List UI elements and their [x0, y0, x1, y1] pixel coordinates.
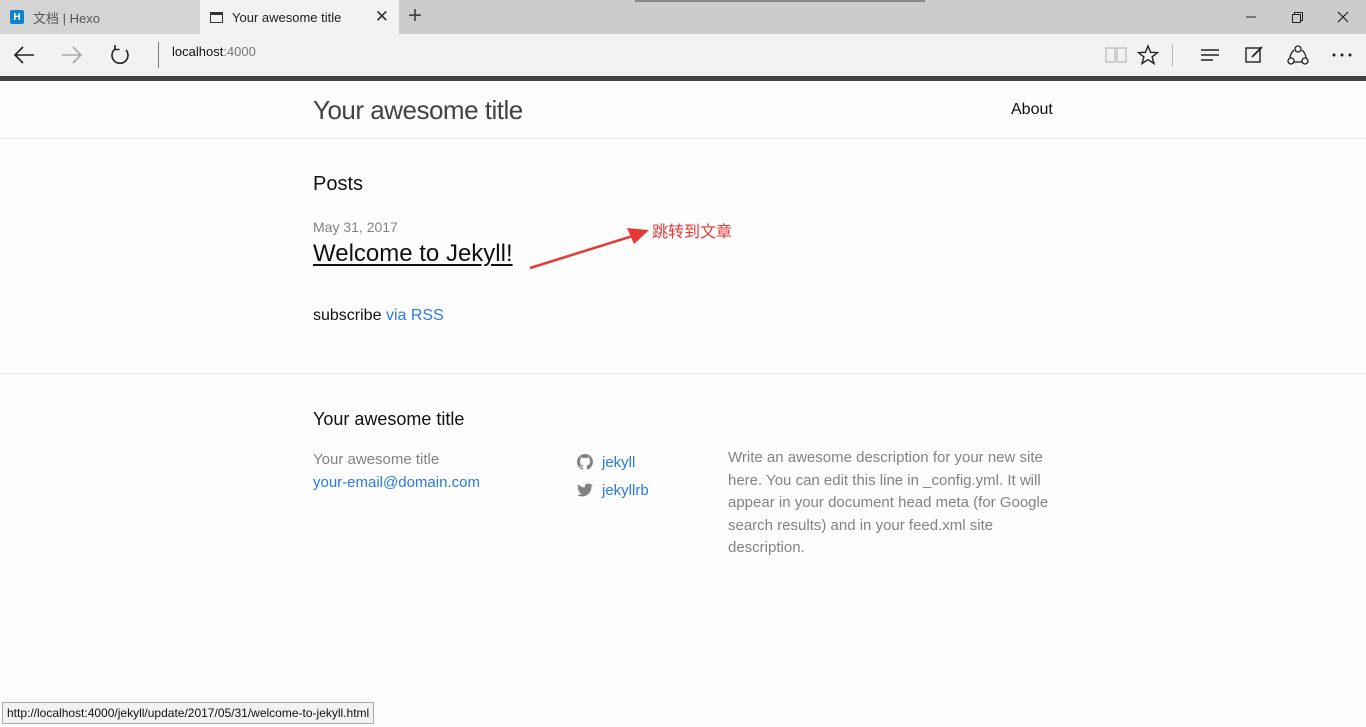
refresh-icon: [111, 45, 129, 65]
restore-button[interactable]: [1274, 0, 1320, 34]
annotation-arrow-icon: [529, 228, 649, 270]
hub-button[interactable]: [1197, 42, 1223, 68]
forward-arrow-icon: [62, 46, 83, 64]
site-title-link[interactable]: Your awesome title: [313, 95, 523, 126]
tab-active-site[interactable]: Your awesome title ✕: [200, 0, 399, 34]
site-header: Your awesome title About: [0, 81, 1366, 139]
back-arrow-icon: [13, 46, 34, 64]
github-username: jekyll: [602, 453, 636, 471]
forward-button[interactable]: [59, 42, 85, 68]
footer-name: Your awesome title: [313, 451, 440, 468]
annotation-text: 跳转到文章: [652, 222, 733, 241]
subscribe-line: subscribe via RSS: [313, 307, 444, 325]
new-tab-button[interactable]: +: [408, 4, 422, 28]
favorite-button[interactable]: [1135, 42, 1161, 68]
github-link[interactable]: jekyll: [577, 448, 649, 476]
post-date: May 31, 2017: [313, 219, 398, 235]
posts-heading: Posts: [313, 173, 364, 195]
refresh-button[interactable]: [107, 42, 133, 68]
twitter-link[interactable]: jekyllrb: [577, 476, 649, 504]
post-title-link[interactable]: Welcome to Jekyll!: [313, 240, 513, 268]
url-host: localhost: [172, 44, 224, 59]
github-icon: [577, 454, 593, 470]
hexo-icon: H: [10, 10, 24, 24]
toolbar-divider: [1172, 44, 1173, 66]
reading-view-button[interactable]: [1103, 42, 1129, 68]
site-description: Write an awesome description for your ne…: [728, 449, 1049, 557]
twitter-icon: [577, 482, 593, 498]
subscribe-text: subscribe: [313, 307, 382, 324]
restore-icon: [1291, 11, 1303, 23]
share-button[interactable]: [1285, 42, 1311, 68]
site-footer: Your awesome title Your awesome title yo…: [0, 373, 1366, 703]
hub-lines-icon: [1201, 49, 1219, 61]
url-field[interactable]: localhost:4000: [172, 44, 256, 59]
pen-note-icon: [1245, 46, 1263, 63]
close-tab-icon[interactable]: ✕: [375, 8, 389, 25]
close-icon: [1337, 11, 1349, 23]
web-note-button[interactable]: [1241, 42, 1267, 68]
tab-title: Your awesome title: [232, 9, 342, 25]
book-icon: [1105, 47, 1127, 63]
back-button[interactable]: [11, 42, 37, 68]
footer-contact: Your awesome title your-email@domain.com: [313, 448, 480, 494]
drag-strip: [635, 0, 925, 2]
star-icon: [1137, 44, 1159, 66]
address-bar: localhost:4000: [0, 34, 1366, 76]
rss-link[interactable]: via RSS: [386, 307, 444, 324]
close-window-button[interactable]: [1320, 0, 1366, 34]
page-icon: [210, 11, 223, 23]
footer-heading: Your awesome title: [313, 409, 465, 429]
status-bar: http://localhost:4000/jekyll/update/2017…: [2, 702, 375, 724]
url-port: :4000: [223, 44, 256, 59]
more-button[interactable]: [1329, 42, 1355, 68]
tab-bar: H 文档 | Hexo Your awesome title ✕ +: [0, 0, 1366, 34]
minimize-icon: [1246, 16, 1256, 18]
nav-about-link[interactable]: About: [1011, 101, 1053, 119]
more-dots-icon: [1332, 53, 1352, 57]
share-icon: [1287, 45, 1309, 65]
tab-title: 文档 | Hexo: [33, 10, 100, 26]
minimize-button[interactable]: [1228, 0, 1274, 34]
address-divider: [158, 42, 159, 68]
twitter-username: jekyllrb: [602, 481, 649, 499]
footer-email-link[interactable]: your-email@domain.com: [313, 471, 480, 494]
footer-social: jekyll jekyllrb: [577, 448, 649, 504]
tab-hexo-docs[interactable]: H 文档 | Hexo: [0, 0, 200, 34]
